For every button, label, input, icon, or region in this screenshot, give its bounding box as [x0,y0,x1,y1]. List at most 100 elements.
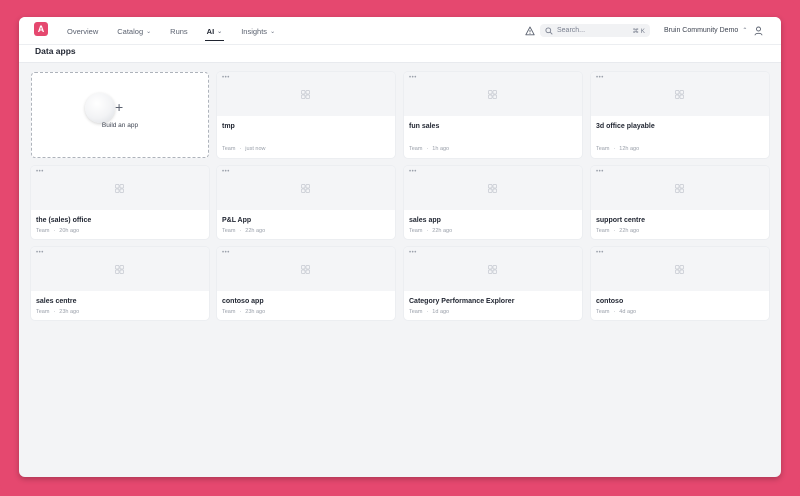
app-owner: Team [222,228,236,234]
app-name: tmp [222,123,235,130]
nav-item-catalog[interactable]: Catalog ⌄ [117,17,151,45]
grid-placeholder-icon [488,90,497,99]
app-meta: Team · just now [222,146,265,152]
app-owner: Team [36,228,50,234]
search-box[interactable]: Search... ⌘ K [540,24,650,37]
plus-icon: + [115,99,124,115]
app-owner: Team [409,228,423,234]
user-icon[interactable] [754,26,763,36]
meta-separator: · [239,309,242,315]
nav-item-label: Overview [67,26,99,36]
more-dots-icon[interactable]: ••• [596,75,604,81]
more-dots-icon[interactable]: ••• [222,75,230,81]
chevron-down-icon: ⌄ [217,28,223,35]
more-dots-icon[interactable]: ••• [222,169,230,175]
nav-item-runs[interactable]: Runs [170,17,188,45]
app-updated-time: 22h ago [245,228,266,234]
more-dots-icon[interactable]: ••• [596,250,604,256]
meta-separator: · [613,309,616,315]
app-card[interactable]: ••• support centre Team · 22h ago [591,166,769,239]
meta-separator: · [239,228,242,234]
meta-separator: · [613,228,616,234]
app-name: fun sales [409,123,440,130]
app-card[interactable]: ••• sales centre Team · 23h ago [31,247,209,320]
app-meta: Team · 1h ago [409,146,449,152]
app-card[interactable]: ••• the (sales) office Team · 20h ago [31,166,209,239]
app-name: 3d office playable [596,123,655,130]
app-name: sales app [409,217,441,224]
app-meta: Team · 22h ago [596,228,639,234]
nav-item-ai[interactable]: AI ⌄ [204,17,224,45]
app-name: support centre [596,217,646,224]
app-owner: Team [409,309,423,315]
app-card[interactable]: ••• Category Performance Explorer Team · 1d … [404,247,582,320]
app-card[interactable]: ••• tmp Team · just now [217,72,395,158]
logo-glyph: A [37,23,45,34]
chevron-updown-icon: ⌃ [742,28,748,34]
grid-placeholder-icon [115,184,124,193]
app-meta: Team · 23h ago [222,309,265,315]
more-dots-icon[interactable]: ••• [409,169,417,175]
nav-item-overview[interactable]: Overview [67,17,98,45]
app-card[interactable]: ••• fun sales Team · 1h ago [404,72,582,158]
app-owner: Team [409,146,423,152]
grid-placeholder-icon [675,265,684,274]
app-meta: Team · 23h ago [36,309,79,315]
app-name: Category Performance Explorer [409,298,515,305]
app-meta: Team · 1d ago [409,309,449,315]
more-dots-icon[interactable]: ••• [596,169,604,175]
app-updated-time: 12h ago [619,146,640,152]
app-card[interactable]: ••• sales app Team · 22h ago [404,166,582,239]
build-app-card[interactable]: + Build an app [31,72,209,158]
warning-triangle-icon[interactable] [525,26,535,36]
meta-separator: · [53,309,56,315]
more-dots-icon[interactable]: ••• [409,75,417,81]
app-updated-time: 23h ago [245,309,266,315]
app-updated-time: 23h ago [59,309,80,315]
grid-placeholder-icon [301,90,310,99]
app-card[interactable]: ••• P&L App Team · 22h ago [217,166,395,239]
nav-item-label: Catalog [117,26,144,36]
app-card[interactable]: ••• contoso Team · 4d ago [591,247,769,320]
main-nav: Overview Catalog ⌄ Runs AI ⌄ Insights ⌄ [67,17,294,45]
app-name: the (sales) office [36,217,92,224]
meta-separator: · [426,146,429,152]
build-orb-icon [85,93,115,123]
app-updated-time: 1d ago [432,309,450,315]
app-meta: Team · 12h ago [596,146,639,152]
app-owner: Team [222,146,236,152]
app-name: sales centre [36,298,77,305]
grid-placeholder-icon [488,184,497,193]
more-dots-icon[interactable]: ••• [409,250,417,256]
grid-placeholder-icon [115,265,124,274]
bruin-logo-icon[interactable]: A [34,22,48,36]
more-dots-icon[interactable]: ••• [36,250,44,256]
more-dots-icon[interactable]: ••• [36,169,44,175]
workspace-name: Bruin Community Demo [664,27,739,34]
nav-item-insights[interactable]: Insights ⌄ [241,17,275,45]
meta-separator: · [53,228,56,234]
app-owner: Team [36,309,50,315]
workspace-switcher[interactable]: Bruin Community Demo ⌃ [664,24,747,37]
app-updated-time: just now [245,146,266,152]
page-title: Data apps [35,46,76,56]
grid-placeholder-icon [301,184,310,193]
app-meta: Team · 4d ago [596,309,636,315]
app-name: P&L App [222,217,252,224]
meta-separator: · [426,228,429,234]
app-updated-time: 22h ago [432,228,453,234]
page-header [19,45,781,63]
chevron-down-icon: ⌄ [270,28,276,35]
app-owner: Team [596,309,610,315]
app-owner: Team [222,309,236,315]
more-dots-icon[interactable]: ••• [222,250,230,256]
app-updated-time: 20h ago [59,228,80,234]
grid-placeholder-icon [675,184,684,193]
search-placeholder: Search... [557,27,586,34]
search-icon [545,26,553,35]
grid-placeholder-icon [675,90,684,99]
app-card[interactable]: ••• contoso app Team · 23h ago [217,247,395,320]
app-card[interactable]: ••• 3d office playable Team · 12h ago [591,72,769,158]
app-owner: Team [596,146,610,152]
app-meta: Team · 22h ago [409,228,452,234]
